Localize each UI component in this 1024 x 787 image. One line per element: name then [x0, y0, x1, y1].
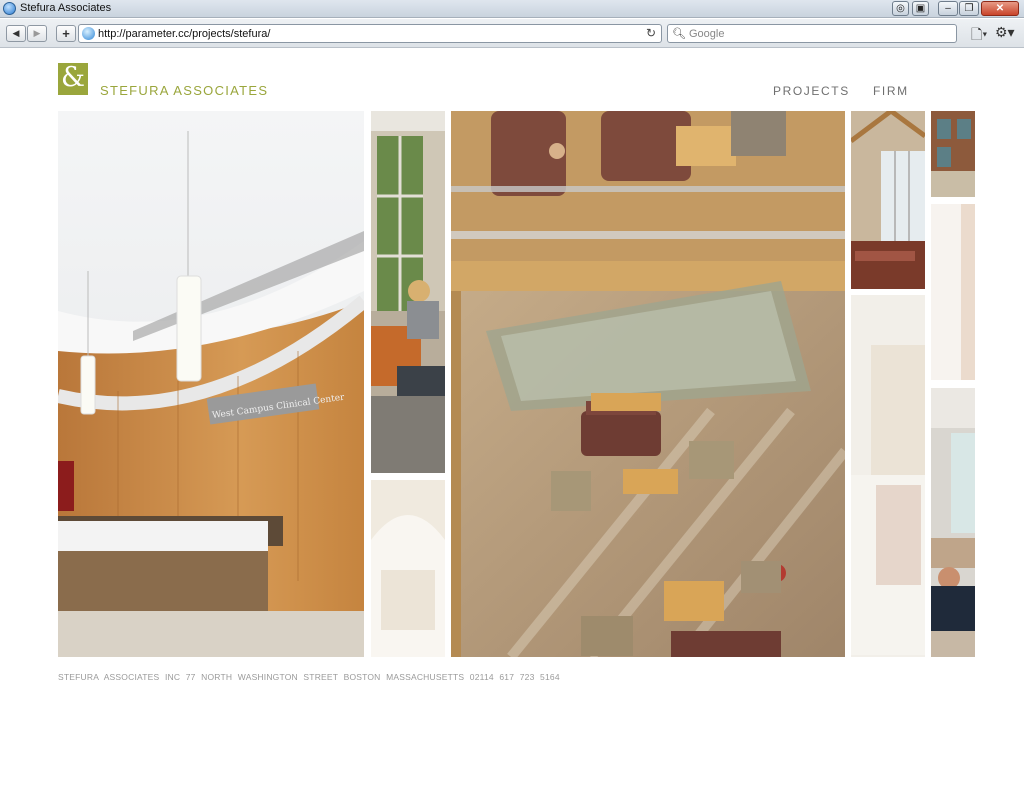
logo-mark[interactable]: & — [58, 63, 88, 95]
forward-arrow-icon[interactable]: ▶ — [27, 25, 47, 42]
photo-rotunda[interactable] — [371, 480, 445, 657]
plus-icon[interactable]: + — [56, 25, 76, 42]
gear-icon[interactable]: ⚙▾ — [995, 24, 1015, 41]
photo-study-room[interactable] — [931, 388, 975, 657]
window-title: Stefura Associates — [20, 2, 112, 14]
footer-address: STEFURA ASSOCIATES INC 77 NORTH WASHINGT… — [58, 672, 560, 682]
photo-atrium[interactable] — [451, 111, 845, 657]
search-field[interactable]: 🔍︎ Google — [667, 24, 957, 43]
nav-firm[interactable]: FIRM — [873, 84, 909, 98]
browser-toolbar: ◀ ▶ + http://parameter.cc/projects/stefu… — [0, 19, 1024, 48]
reader-icon[interactable]: ▣ — [912, 1, 929, 16]
photo-reception[interactable]: West Campus Clinical Center — [58, 111, 364, 657]
minimize-button[interactable]: – — [938, 1, 958, 16]
page-menu-icon[interactable]: 🗋▾ — [971, 24, 987, 48]
url-text: http://parameter.cc/projects/stefura/ — [98, 28, 271, 40]
search-placeholder: Google — [689, 28, 725, 40]
reload-icon[interactable]: ↻ — [646, 26, 656, 40]
photo-wall-detail[interactable] — [931, 204, 975, 380]
back-arrow-icon[interactable]: ◀ — [6, 25, 26, 42]
photo-corridor[interactable] — [851, 295, 925, 657]
nav-projects[interactable]: PROJECTS — [773, 84, 850, 98]
photo-reading-nook[interactable] — [371, 111, 445, 473]
search-icon: 🔍︎ — [672, 28, 686, 40]
globe-icon — [82, 27, 95, 40]
address-bar[interactable]: http://parameter.cc/projects/stefura/ ↻ — [78, 24, 662, 43]
photo-exterior[interactable] — [931, 111, 975, 197]
close-button[interactable]: ✕ — [981, 1, 1019, 16]
photo-library[interactable] — [851, 111, 925, 289]
logo-text[interactable]: STEFURA ASSOCIATES — [100, 83, 268, 98]
browser-icon — [3, 2, 16, 15]
window-titlebar: Stefura Associates ◎ ▣ – ❐ ✕ — [0, 0, 1024, 18]
maximize-button[interactable]: ❐ — [959, 1, 979, 16]
tabs-icon[interactable]: ◎ — [892, 1, 909, 16]
